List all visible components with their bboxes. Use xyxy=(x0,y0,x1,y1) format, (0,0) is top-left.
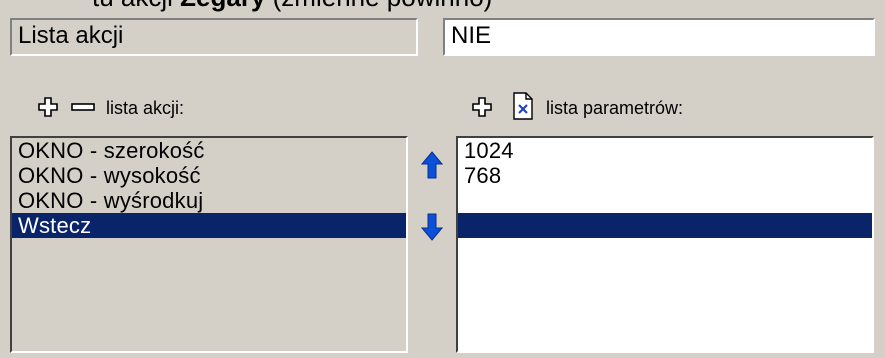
list-item-selected[interactable] xyxy=(458,213,872,238)
parameters-list-label: lista parametrów: xyxy=(546,98,684,118)
action-list-name-field: Lista akcji xyxy=(10,18,418,56)
heading-text: tu akcji Zegary (zmienne powinno) xyxy=(92,0,492,10)
remove-action-minus-icon[interactable] xyxy=(70,95,96,119)
heading-bold: Zegary xyxy=(180,0,265,12)
parameters-listbox[interactable]: 1024 768 xyxy=(456,136,874,353)
list-item[interactable]: OKNO - szerokość xyxy=(12,138,406,163)
heading-part1: tu akcji xyxy=(92,0,180,12)
list-item[interactable] xyxy=(458,238,872,263)
action-list-value-field[interactable]: NIE xyxy=(443,18,875,56)
list-item[interactable] xyxy=(12,238,406,263)
move-down-arrow-icon[interactable] xyxy=(421,212,443,242)
list-item-selected[interactable]: Wstecz xyxy=(12,213,406,238)
actions-listbox[interactable]: OKNO - szerokość OKNO - wysokość OKNO - … xyxy=(10,136,408,353)
list-item[interactable]: 768 xyxy=(458,163,872,188)
heading-part3: (zmienne powinno) xyxy=(265,0,493,12)
add-parameter-plus-icon[interactable] xyxy=(470,95,494,119)
list-item[interactable]: OKNO - wyśrodkuj xyxy=(12,188,406,213)
list-item[interactable] xyxy=(458,188,872,213)
actions-list-label: lista akcji: xyxy=(106,98,185,118)
list-item[interactable]: OKNO - wysokość xyxy=(12,163,406,188)
list-item[interactable]: 1024 xyxy=(458,138,872,163)
move-up-arrow-icon[interactable] xyxy=(421,150,443,180)
top-partial-heading: tu akcji Zegary (zmienne powinno) xyxy=(0,0,885,14)
delete-parameter-document-icon[interactable] xyxy=(512,92,534,120)
add-action-plus-icon[interactable] xyxy=(36,95,60,119)
